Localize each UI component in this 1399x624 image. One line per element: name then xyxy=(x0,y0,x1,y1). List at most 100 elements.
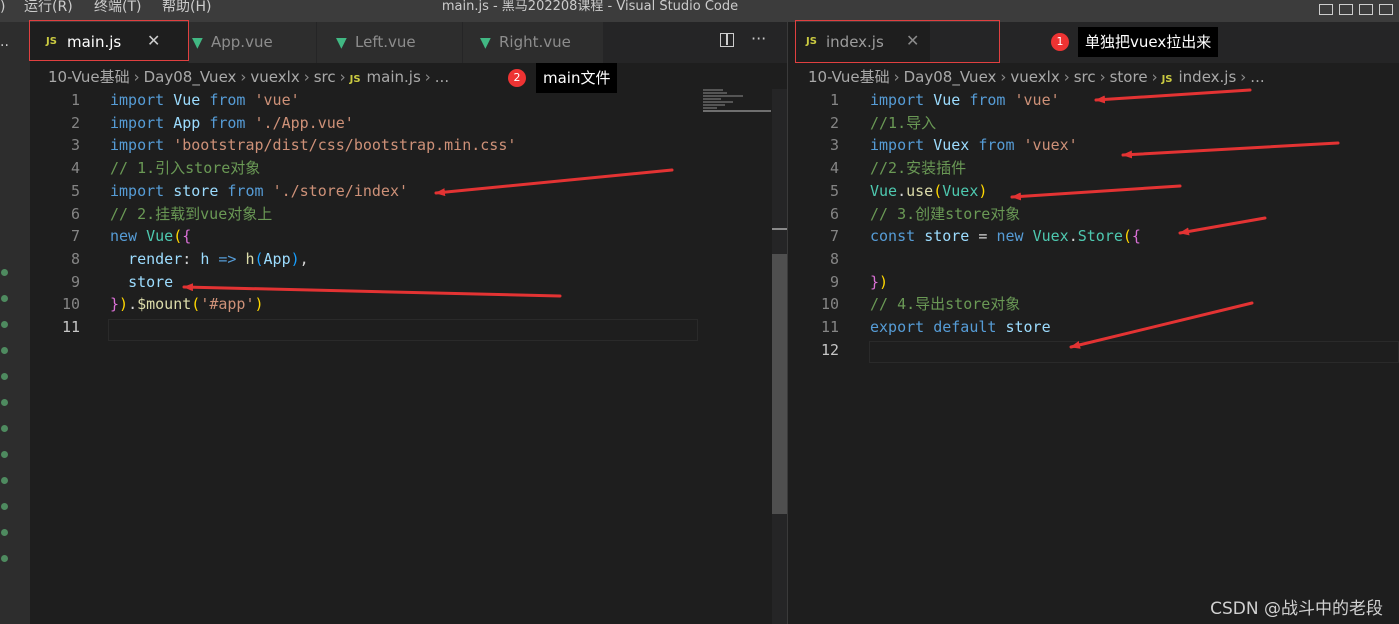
toggle-sidebar-icon[interactable] xyxy=(1319,4,1333,15)
breadcrumb-item[interactable]: src xyxy=(314,68,336,86)
code-line[interactable]: }) xyxy=(870,271,888,293)
breadcrumb-item[interactable]: main.js xyxy=(367,68,421,86)
more-icon[interactable]: ·· xyxy=(0,38,9,54)
code-token: ( xyxy=(254,249,264,268)
code-token: ) xyxy=(119,295,129,314)
highlight-box-index-tab xyxy=(795,20,1000,63)
code-token: import xyxy=(110,136,165,155)
code-token: Vuex xyxy=(942,181,979,200)
code-token: Vuex xyxy=(933,136,970,155)
code-token: 'bootstrap/dist/css/bootstrap.min.css' xyxy=(173,136,517,155)
code-token: Vue xyxy=(146,227,174,246)
minimap-viewport[interactable] xyxy=(703,110,771,112)
code-line[interactable]: import App from './App.vue' xyxy=(110,112,354,134)
tab-right-vue[interactable]: ▼ Right.vue xyxy=(463,22,603,63)
line-number: 2 xyxy=(829,113,839,132)
code-line[interactable]: const store = new Vuex.Store({ xyxy=(870,225,1141,247)
more-actions-icon[interactable]: ··· xyxy=(751,29,766,48)
code-line[interactable]: //1.导入 xyxy=(870,112,936,134)
code-line[interactable]: // 2.挂载到vue对象上 xyxy=(110,203,272,225)
js-file-icon: JS xyxy=(1161,74,1173,85)
git-change-marker xyxy=(1,477,8,484)
code-token: , xyxy=(299,249,309,268)
code-token: 'vue' xyxy=(254,91,300,109)
code-token: import xyxy=(110,181,165,200)
code-token: Vuex xyxy=(1032,227,1069,246)
breadcrumb-item[interactable]: ... xyxy=(1250,68,1264,86)
code-token: from xyxy=(209,113,246,132)
customize-layout-icon[interactable] xyxy=(1379,4,1393,15)
watermark: CSDN @战斗中的老段 xyxy=(1210,599,1383,619)
tab-app-vue[interactable]: ▼ App.vue xyxy=(189,22,316,63)
tab-left-vue[interactable]: ▼ Left.vue xyxy=(317,22,462,63)
breadcrumb-item[interactable]: store xyxy=(1110,68,1148,86)
code-line[interactable]: }).$mount('#app') xyxy=(110,293,264,315)
breadcrumb: 10-Vue基础 › Day08_Vuex › vuexlx › src › store › JS i… xyxy=(808,68,1265,86)
tab-label: Left.vue xyxy=(355,33,416,51)
code-line[interactable]: import Vuex from 'vuex' xyxy=(870,134,1078,156)
code-token: new xyxy=(110,227,138,246)
code-line[interactable]: import Vue from 'vue' xyxy=(870,89,1060,111)
breadcrumb-item[interactable]: 10-Vue基础 xyxy=(48,68,130,86)
scrollbar-marker xyxy=(772,228,787,230)
arrow-to-import-vuex xyxy=(1121,141,1340,159)
code-token: import xyxy=(110,113,165,132)
vue-file-icon: ▼ xyxy=(192,35,203,51)
breadcrumb-item[interactable]: Day08_Vuex xyxy=(904,68,997,86)
code-token: render xyxy=(128,249,183,268)
code-line[interactable]: // 4.导出store对象 xyxy=(870,293,1020,315)
code-token: './store/index' xyxy=(272,181,409,200)
code-line[interactable]: import Vue from 'vue' xyxy=(110,89,300,111)
editor-group-divider[interactable] xyxy=(787,22,788,624)
toggle-panel-icon[interactable] xyxy=(1339,4,1353,15)
code-line[interactable]: store xyxy=(110,271,173,293)
breadcrumb-item[interactable]: index.js xyxy=(1179,68,1237,86)
breadcrumb-item[interactable]: vuexlx xyxy=(1010,68,1059,86)
code-token: from xyxy=(227,181,264,200)
code-line[interactable]: import store from './store/index' xyxy=(110,180,408,202)
code-line[interactable]: export default store xyxy=(870,316,1051,338)
window-title: main.js - 黑马202208课程 - Visual Studio Cod… xyxy=(441,0,739,14)
line-number: 11 xyxy=(820,318,839,336)
code-token: new xyxy=(996,227,1024,246)
code-line[interactable]: Vue.use(Vuex) xyxy=(870,180,987,202)
line-number: 2 xyxy=(70,113,80,132)
code-line[interactable]: // 3.创建store对象 xyxy=(870,203,1020,225)
code-token: } xyxy=(870,272,880,291)
code-token: default xyxy=(933,318,997,336)
code-token: ( xyxy=(191,295,201,314)
code-token: store xyxy=(173,181,219,200)
scrollbar-thumb[interactable] xyxy=(772,254,787,514)
breadcrumb-item[interactable]: 10-Vue基础 xyxy=(808,68,890,86)
code-token: // 1.引入store对象 xyxy=(110,159,261,178)
code-line[interactable]: new Vue({ xyxy=(110,225,191,247)
code-token: = xyxy=(969,227,997,246)
code-line[interactable]: // 1.引入store对象 xyxy=(110,157,260,179)
breadcrumb-item[interactable]: ... xyxy=(435,68,449,86)
vue-file-icon: ▼ xyxy=(336,35,347,51)
code-token: //2.安装插件 xyxy=(870,159,967,178)
code-token: Vue xyxy=(870,181,898,200)
git-change-marker xyxy=(1,425,8,432)
breadcrumb-item[interactable]: Day08_Vuex xyxy=(144,68,237,86)
breadcrumb-item[interactable]: vuexlx xyxy=(250,68,299,86)
code-line[interactable]: //2.安装插件 xyxy=(870,157,966,179)
breadcrumb-item[interactable]: src xyxy=(1074,68,1096,86)
line-number: 8 xyxy=(829,249,839,268)
code-token: => xyxy=(218,249,237,268)
split-editor-icon[interactable] xyxy=(720,33,734,47)
code-token: 'vuex' xyxy=(1023,136,1078,155)
toggle-secondary-sidebar-icon[interactable] xyxy=(1359,4,1373,15)
arrow-to-import-vue xyxy=(1094,88,1252,104)
code-token: ) xyxy=(290,249,300,268)
code-line[interactable]: render: h => h(App), xyxy=(110,248,309,270)
annotation-badge: 1 xyxy=(1051,33,1069,51)
code-line[interactable]: import 'bootstrap/dist/css/bootstrap.min… xyxy=(110,134,516,156)
